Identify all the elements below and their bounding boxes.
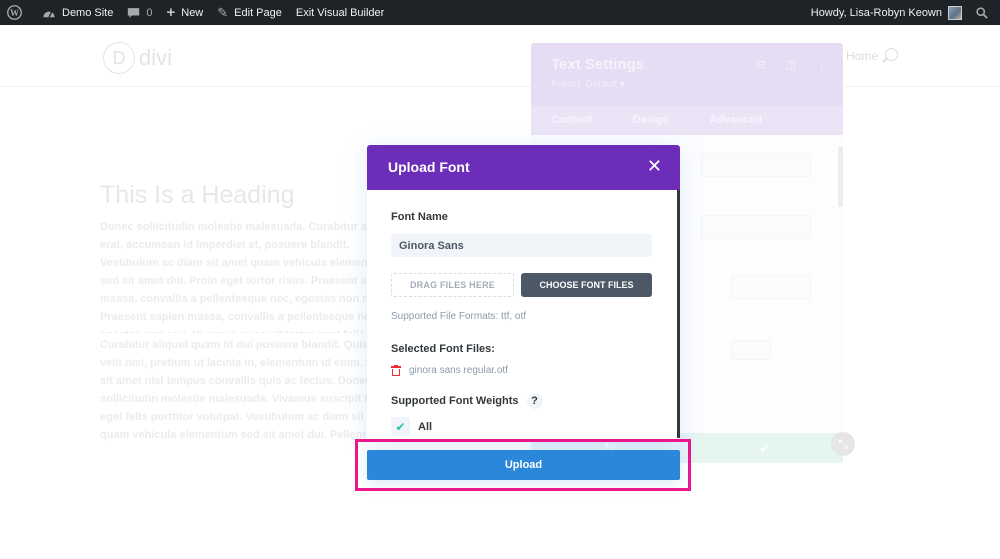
upload-button[interactable]: Upload [367,450,680,480]
modal-scrollbar[interactable] [677,190,680,438]
selected-file-name: ginora sans regular.otf [409,365,508,376]
comments-link[interactable]: 0 [120,0,159,25]
new-label: New [181,6,204,19]
content-paragraph-2: Curabitur aliquet quam id dui posuere bl… [100,339,400,441]
weight-option-all[interactable]: ✔ All [391,417,432,436]
content-heading: This Is a Heading [100,181,295,209]
wp-admin-bar: W Demo Site 0 + New ✎ Edit Page Exit Vis… [0,0,1000,25]
upload-font-modal: Upload Font ✕ Font Name DRAG FILES HERE … [367,145,680,440]
edit-page-label: Edit Page [234,6,282,19]
modal-title: Upload Font [388,159,470,175]
logo-mark: D [103,42,135,74]
resize-icon: ⤡ [838,436,848,451]
font-name-input[interactable] [391,234,652,257]
plus-icon: + [166,4,176,21]
pencil-icon: ✎ [217,4,229,20]
checkmark-icon: ✔ [395,419,406,434]
more-options-icon[interactable]: ⋮ [816,58,827,71]
edit-page-link[interactable]: ✎ Edit Page [210,0,289,25]
selected-files-label: Selected Font Files: [391,343,495,355]
avatar [948,5,962,20]
save-settings-button[interactable]: ✔ [687,433,843,463]
preset-dropdown[interactable]: Preset: Default ▾ [551,79,625,90]
site-name-label: Demo Site [62,6,114,19]
settings-title: Text Settings [551,56,645,73]
comment-icon [127,7,140,19]
site-logo[interactable]: D divi [103,42,172,74]
split-view-icon[interactable]: ◫ [786,58,796,71]
site-search-icon[interactable] [885,48,898,61]
fullscreen-icon[interactable]: ⊡ [756,58,765,71]
search-icon [976,6,988,19]
svg-text:W: W [10,8,19,18]
trash-icon[interactable] [391,365,401,376]
font-name-label: Font Name [391,211,448,223]
resize-handle[interactable]: ⤡ [831,432,855,456]
help-icon[interactable]: ? [526,393,543,409]
logo-text: divi [139,45,173,70]
close-icon[interactable]: ✕ [647,156,662,176]
select-field-1[interactable] [701,215,811,239]
text-option-field[interactable] [701,153,811,177]
dashboard-icon [42,7,56,19]
select-field-2[interactable] [731,275,811,299]
choose-font-files-button[interactable]: CHOOSE FONT FILES [521,273,652,297]
font-weights-label: Supported Font Weights [391,395,519,407]
selected-file-item: ginora sans regular.otf [391,365,508,376]
admin-search-button[interactable] [969,0,1000,25]
check-icon: ✔ [759,439,771,456]
wordpress-icon: W [7,5,22,20]
new-content-link[interactable]: + New [159,0,210,25]
tab-design[interactable]: Design [613,106,690,135]
exit-visual-builder-link[interactable]: Exit Visual Builder [289,0,391,25]
settings-scrollbar[interactable] [838,147,843,207]
wordpress-logo-button[interactable]: W [0,0,35,25]
settings-header: Text Settings Preset: Default ▾ ⊡ ◫ ⋮ [531,43,843,106]
modal-header: Upload Font ✕ [367,145,680,190]
supported-formats-text: Supported File Formats: ttf, otf [391,311,527,322]
user-account-menu[interactable]: Howdy, Lisa-Robyn Keown [804,0,969,25]
greeting-label: Howdy, Lisa-Robyn Keown [810,6,942,19]
nav-home-link[interactable]: Home [846,49,878,63]
drag-files-dropzone[interactable]: DRAG FILES HERE [391,273,514,297]
comments-count: 0 [146,6,153,19]
site-name-link[interactable]: Demo Site [35,0,120,25]
toggle-field[interactable] [731,340,771,360]
exit-visual-builder-label: Exit Visual Builder [295,6,385,19]
tab-content[interactable]: Content [531,106,613,135]
font-weights-row: Supported Font Weights ? [391,393,543,409]
weight-all-checkbox[interactable]: ✔ [391,417,410,436]
settings-tabs: Content Design Advanced [531,106,843,135]
weight-all-label: All [418,420,433,433]
tab-advanced[interactable]: Advanced [689,106,782,135]
site-header: D divi Home [0,25,1000,87]
content-paragraph-1: Donec sollicitudin molestie malesuada. C… [100,221,395,333]
